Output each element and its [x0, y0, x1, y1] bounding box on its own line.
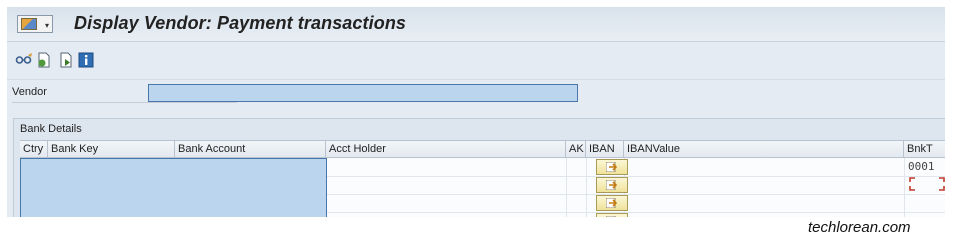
title-bar: ▾ Display Vendor: Payment transactions — [7, 7, 945, 42]
arrow-right-icon — [606, 180, 618, 190]
info-icon[interactable] — [78, 52, 94, 68]
iban-button[interactable] — [596, 195, 628, 211]
column-header-ctry[interactable]: Ctry — [20, 141, 48, 158]
column-divider — [586, 158, 587, 217]
iban-button[interactable] — [596, 159, 628, 175]
column-header-ak[interactable]: AK — [566, 141, 586, 158]
next-screen-icon[interactable] — [58, 52, 74, 68]
column-header-bank-account[interactable]: Bank Account — [175, 141, 326, 158]
iban-button[interactable] — [596, 213, 628, 217]
sap-window: ▾ Display Vendor: Payment transactions V… — [7, 7, 945, 217]
sap-logo-icon — [21, 18, 37, 30]
column-header-iban-value[interactable]: IBANValue — [624, 141, 904, 158]
vendor-label-underline — [12, 102, 237, 103]
vendor-row: Vendor — [7, 79, 945, 106]
bank-details-group: Bank Details Ctry Bank Key Bank Account … — [13, 118, 945, 217]
bnkt-cell-value[interactable]: 0001 — [908, 160, 935, 173]
selected-cells-block[interactable] — [20, 158, 327, 217]
input-cursor-marker — [909, 177, 945, 191]
system-menu-icon[interactable]: ▾ — [17, 15, 53, 33]
bank-details-table: Ctry Bank Key Bank Account Acct Holder A… — [20, 140, 945, 217]
watermark: techlorean.com — [808, 219, 911, 236]
vendor-input[interactable] — [148, 84, 578, 102]
other-vendor-icon[interactable] — [36, 52, 52, 68]
glasses-display-icon[interactable] — [15, 52, 32, 68]
dropdown-caret-icon: ▾ — [44, 21, 49, 30]
column-header-acct-holder[interactable]: Acct Holder — [326, 141, 566, 158]
bank-details-title: Bank Details — [20, 123, 82, 135]
column-header-bank-key[interactable]: Bank Key — [48, 141, 175, 158]
column-divider — [566, 158, 567, 217]
iban-button[interactable] — [596, 177, 628, 193]
arrow-right-icon — [606, 216, 616, 217]
window-title: Display Vendor: Payment transactions — [74, 13, 407, 33]
application-toolbar — [7, 42, 945, 76]
vendor-label: Vendor — [12, 86, 47, 98]
column-divider — [904, 158, 905, 217]
arrow-right-icon — [606, 162, 618, 172]
column-header-iban[interactable]: IBAN — [586, 141, 624, 158]
arrow-right-icon — [606, 198, 618, 208]
column-header-bnkt[interactable]: BnkT — [904, 141, 945, 158]
